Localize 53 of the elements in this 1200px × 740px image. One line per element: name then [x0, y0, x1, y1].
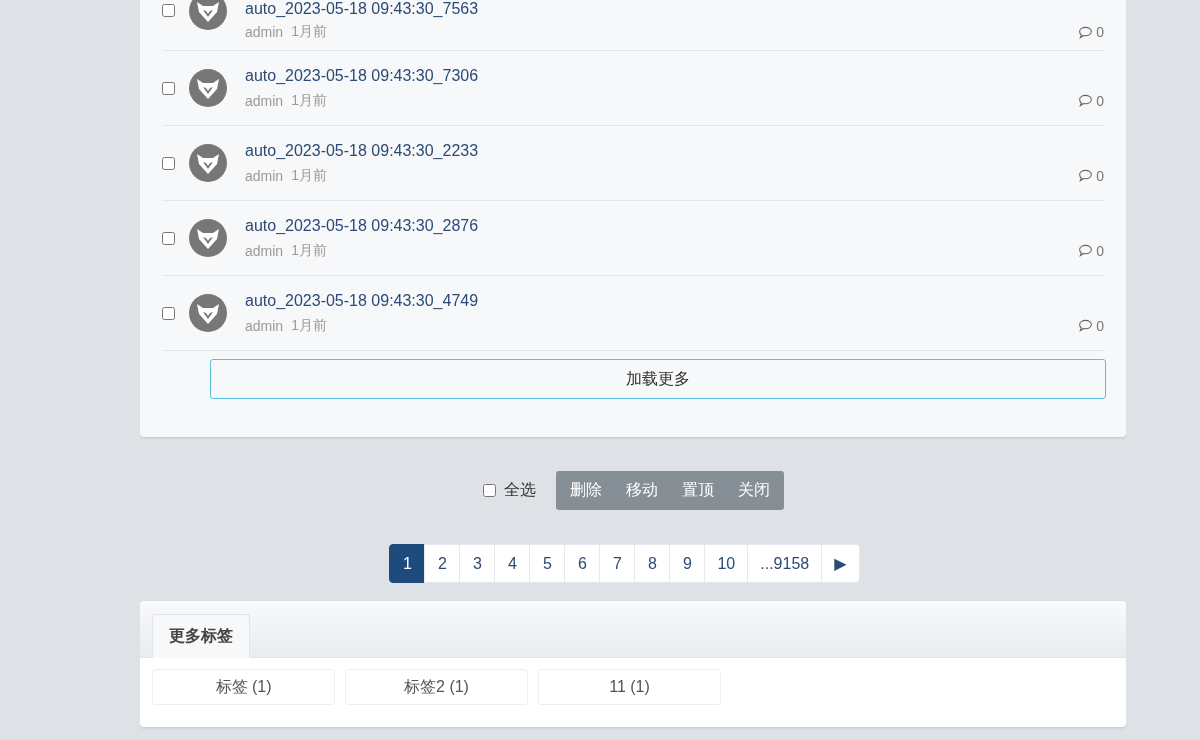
page-button[interactable]: 6 [564, 544, 601, 583]
tag-button[interactable]: 标签2 (1) [345, 669, 528, 705]
page-button[interactable]: 2 [424, 544, 461, 583]
page-button[interactable]: 9 [669, 544, 706, 583]
thread-title-link[interactable]: auto_2023-05-18 09:43:30_7563 [245, 0, 479, 18]
post-time: 1月前 [291, 241, 327, 260]
avatar-icon [189, 69, 227, 107]
comment-icon [1078, 169, 1094, 182]
page-button[interactable]: 4 [494, 544, 531, 583]
thread-checkbox[interactable] [162, 81, 175, 95]
comment-count: 0 [1096, 24, 1104, 40]
avatar-icon [189, 144, 227, 182]
page-button[interactable]: ▶ [821, 544, 860, 583]
page-button[interactable]: 8 [634, 544, 671, 583]
thread-checkbox[interactable] [162, 231, 175, 245]
author-name: admin [245, 317, 284, 334]
comment-count: 0 [1096, 167, 1104, 184]
author-name: admin [245, 92, 284, 109]
select-all-label: 全选 [503, 480, 536, 500]
select-all-checkbox[interactable] [482, 484, 496, 497]
page-button[interactable]: 5 [529, 544, 566, 583]
author-name: admin [245, 242, 284, 259]
comment-count: 0 [1096, 242, 1104, 259]
author-name: admin [245, 167, 284, 184]
page-button[interactable]: 3 [459, 544, 496, 583]
load-more-button[interactable]: 加载更多 [210, 359, 1106, 399]
post-time: 1月前 [291, 91, 327, 110]
thread-title-link[interactable]: auto_2023-05-18 09:43:30_7306 [245, 66, 479, 85]
thread-title-link[interactable]: auto_2023-05-18 09:43:30_4749 [245, 291, 479, 310]
thread-checkbox[interactable] [162, 156, 175, 170]
tag-button[interactable]: 11 (1) [538, 669, 721, 705]
page-button[interactable]: 1 [389, 544, 426, 583]
comment-count: 0 [1096, 317, 1104, 334]
post-time: 1月前 [291, 316, 327, 335]
avatar-icon [189, 219, 227, 257]
comment-icon [1078, 319, 1094, 332]
post-time: 1月前 [291, 23, 327, 41]
page-button[interactable]: 7 [599, 544, 636, 583]
panel-tab[interactable]: 更多标签 [152, 614, 250, 658]
thread-checkbox[interactable] [162, 4, 175, 17]
page-button[interactable]: 10 [704, 544, 749, 583]
thread-title-link[interactable]: auto_2023-05-18 09:43:30_2233 [245, 141, 479, 160]
avatar-icon [189, 294, 227, 332]
comment-count: 0 [1096, 92, 1104, 109]
comment-icon [1078, 244, 1094, 257]
author-name: admin [245, 24, 284, 40]
comment-icon [1078, 94, 1094, 107]
thread-title-link[interactable]: auto_2023-05-18 09:43:30_2876 [245, 216, 479, 235]
thread-checkbox[interactable] [162, 306, 175, 320]
page-button[interactable]: ...9158 [747, 544, 823, 583]
comment-icon [1078, 25, 1094, 39]
post-time: 1月前 [291, 166, 327, 185]
tag-button[interactable]: 标签 (1) [152, 669, 335, 705]
